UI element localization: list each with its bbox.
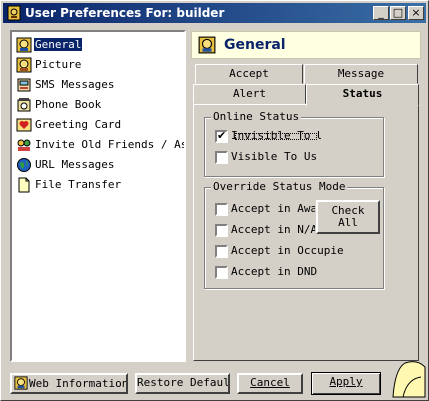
mascot-corner-icon [392, 361, 426, 398]
maximize-button[interactable]: □ [390, 6, 406, 20]
override-status-group: Override Status Mode Accept in Away Acce… [204, 180, 384, 289]
tab-accept[interactable]: Accept [195, 64, 303, 84]
sidebar-item-label: URL Messages [35, 158, 115, 171]
status-tab-panel: Online Status Invisible To U Visible To … [193, 104, 419, 361]
visible-label[interactable]: Visible To Us [231, 150, 317, 163]
sidebar-item-label: Invite Old Friends / Asso [35, 138, 184, 151]
user-face-icon [198, 36, 216, 54]
invisible-checkbox[interactable] [215, 129, 228, 143]
section-header: General [191, 31, 421, 59]
window-title: User Preferences For: builder [25, 6, 225, 20]
sidebar-item-label: Phone Book [35, 98, 102, 111]
close-button[interactable]: × [408, 6, 424, 20]
sidebar-item-label: General [34, 38, 83, 51]
tab-message[interactable]: Message [304, 64, 418, 84]
web-information-button[interactable]: Web Information [10, 373, 128, 394]
sidebar-item-label: Greeting Card [35, 118, 122, 131]
user-face-icon [14, 376, 28, 390]
sidebar-item-url-messages[interactable]: URL Messages [16, 156, 184, 174]
invisible-label[interactable]: Invisible To U [231, 129, 321, 144]
check-all-button[interactable]: Check All [316, 200, 380, 234]
user-face-icon [16, 37, 32, 53]
accept-occupied-label[interactable]: Accept in Occupie [231, 244, 351, 257]
tab-status[interactable]: Status [306, 84, 419, 106]
online-status-group: Online Status Invisible To U Visible To … [204, 110, 384, 177]
sidebar-item-greeting-card[interactable]: Greeting Card [16, 116, 184, 134]
preferences-window: User Preferences For: builder _ □ × Gene… [0, 0, 429, 401]
page-title: General [224, 37, 286, 53]
picture-icon [16, 57, 32, 73]
accept-na-checkbox[interactable] [215, 224, 228, 237]
greeting-card-icon [16, 118, 32, 132]
globe-icon [17, 158, 31, 172]
check-all-label-line2: All [338, 216, 358, 229]
accept-away-checkbox[interactable] [215, 203, 228, 216]
phone-book-icon [17, 98, 31, 112]
web-information-label: Web Information [29, 377, 128, 390]
apply-button[interactable]: Apply [311, 372, 381, 395]
accept-dnd-checkbox[interactable] [215, 266, 228, 279]
sidebar-item-label: SMS Messages [35, 78, 115, 91]
sms-phone-icon [17, 78, 31, 92]
accept-away-label[interactable]: Accept in Away [231, 202, 315, 215]
minimize-button[interactable]: _ [373, 6, 389, 20]
sidebar-item-label: Picture [35, 58, 82, 71]
online-status-legend: Online Status [211, 110, 302, 123]
override-status-legend: Override Status Mode [211, 180, 348, 193]
restore-defaults-button[interactable]: Restore Defaults [135, 373, 230, 394]
visible-checkbox[interactable] [215, 151, 228, 164]
file-icon [18, 177, 30, 193]
category-list[interactable]: General Picture SMS Messages Phone Book … [10, 30, 186, 362]
sidebar-item-file-transfer[interactable]: File Transfer [16, 176, 184, 194]
app-icon [7, 5, 21, 21]
sidebar-item-phone-book[interactable]: Phone Book [16, 96, 184, 114]
sidebar-item-picture[interactable]: Picture [16, 56, 184, 74]
cancel-button[interactable]: Cancel [237, 373, 303, 394]
invite-friends-icon [17, 139, 31, 151]
sidebar-item-general[interactable]: General [16, 36, 184, 54]
sidebar-item-invite-friends[interactable]: Invite Old Friends / Asso [16, 136, 184, 154]
accept-dnd-label[interactable]: Accept in DND [231, 265, 317, 278]
title-bar[interactable]: User Preferences For: builder _ □ × [3, 3, 426, 23]
sidebar-item-sms-messages[interactable]: SMS Messages [16, 76, 184, 94]
tab-alert[interactable]: Alert [193, 84, 306, 104]
accept-na-label[interactable]: Accept in N/A [231, 223, 315, 236]
accept-occupied-checkbox[interactable] [215, 245, 228, 258]
sidebar-item-label: File Transfer [35, 178, 122, 191]
